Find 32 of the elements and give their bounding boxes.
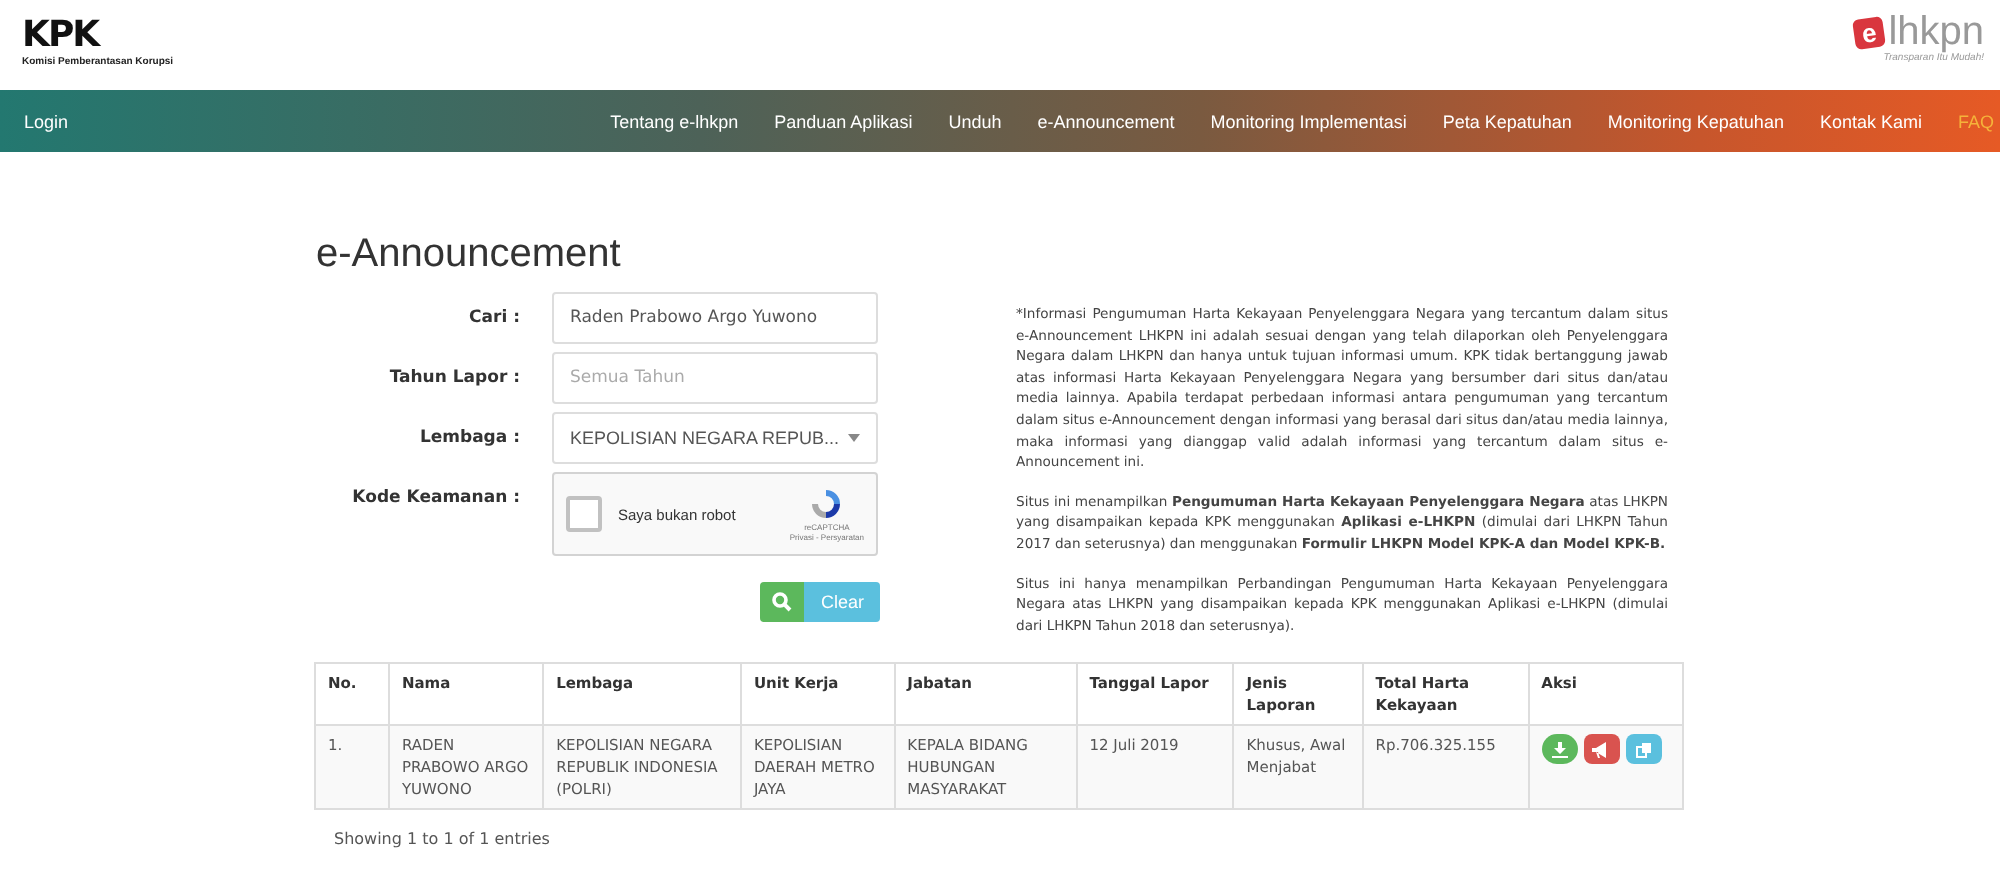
field-label: Cari : [467, 306, 520, 328]
input-field[interactable]: Semua Tahun [552, 352, 878, 404]
download-icon [1551, 741, 1568, 758]
field-label: Lembaga : [417, 426, 520, 448]
field-label: Kode Keamanan : [350, 486, 520, 508]
nav-link[interactable]: Kontak Kami [1801, 111, 1940, 131]
page-title: e-Announcement [316, 232, 623, 276]
field-label: Tahun Lapor : [387, 366, 520, 388]
kpk-logo: KPK [22, 18, 103, 54]
nav-link[interactable]: Monitoring Implementasi [1192, 111, 1425, 131]
nav-link[interactable]: Peta Kepatuhan [1424, 111, 1590, 131]
nav-link[interactable]: e-Announcement [1019, 111, 1193, 131]
search-button[interactable] [760, 582, 805, 622]
brand-mark: e [1851, 15, 1887, 49]
copy-icon [1635, 741, 1652, 758]
brand-logo: lhkpn [1888, 12, 1984, 52]
nav-link[interactable]: Tentang e-lhkpn [592, 111, 757, 131]
download-button[interactable] [1541, 734, 1578, 765]
nav-link[interactable]: Monitoring Kepatuhan [1589, 111, 1802, 131]
nav-link[interactable]: Panduan Aplikasi [756, 111, 931, 131]
input-field[interactable]: Raden Prabowo Argo Yuwono [552, 292, 878, 344]
entries-info: Showing 1 to 1 of 1 entries [334, 830, 552, 849]
login-link[interactable]: Login [0, 111, 69, 131]
nav-link[interactable]: Unduh [930, 111, 1020, 131]
recaptcha-icon [808, 486, 845, 522]
checkbox[interactable] [566, 496, 602, 532]
caret-icon [848, 434, 860, 442]
announce-button[interactable] [1583, 734, 1620, 765]
select-field[interactable]: KEPOLISIAN NEGARA REPUB... [552, 412, 878, 464]
compare-button[interactable] [1625, 734, 1662, 765]
search-icon [772, 592, 793, 612]
megaphone-icon [1592, 741, 1611, 758]
